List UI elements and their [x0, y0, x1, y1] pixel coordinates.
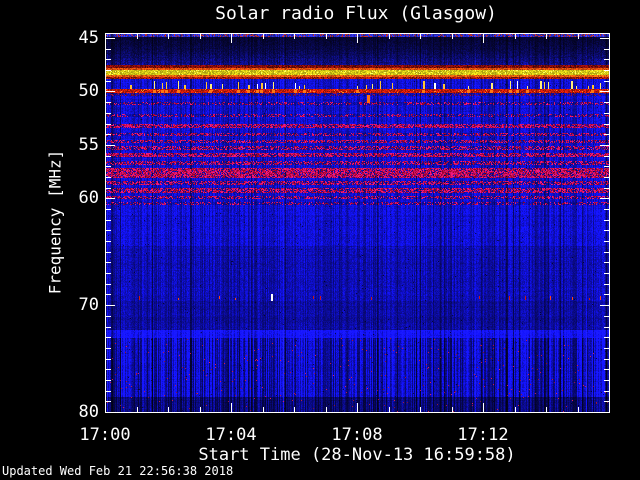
- x-axis-label: Start Time (28-Nov-13 16:59:58): [198, 445, 516, 465]
- x-tick-label: 17:04: [205, 425, 257, 445]
- y-tick-label: 60: [78, 188, 99, 208]
- y-tick-label: 45: [78, 28, 99, 48]
- x-tick-label: 17:12: [457, 425, 509, 445]
- x-tick-label: 17:00: [79, 425, 131, 445]
- chart-title: Solar radio Flux (Glasgow): [215, 3, 497, 24]
- y-tick-label: 70: [78, 295, 99, 315]
- y-axis-label: Frequency [MHz]: [45, 149, 65, 295]
- updated-timestamp: Updated Wed Feb 21 22:56:38 2018: [2, 464, 234, 478]
- spectrogram-page: Solar radio Flux (Glasgow) Frequency [MH…: [0, 0, 640, 480]
- y-tick-label: 80: [78, 402, 99, 422]
- y-tick-label: 55: [78, 135, 99, 155]
- y-tick-label: 50: [78, 81, 99, 101]
- x-tick-label: 17:08: [331, 425, 383, 445]
